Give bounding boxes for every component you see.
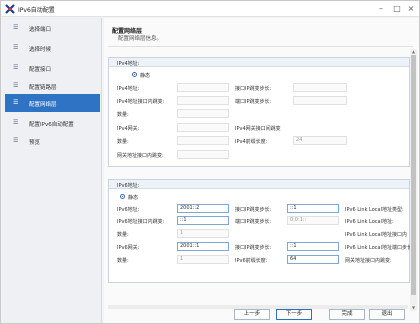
sidebar-item-label: 选择时候 (29, 47, 52, 53)
close-icon[interactable]: × (403, 3, 419, 14)
ipv4-count-label: 数量: (117, 112, 129, 118)
sidebar-item-config-ipv6-auto[interactable]: ☰ 配置IPv6自动配置 (5, 114, 100, 132)
sidebar-item-label: 配置接口 (29, 67, 52, 73)
ipv6-interface-ip-step-label: 接口IP跳变步长: (235, 207, 272, 213)
sidebar-item-config-link-layer[interactable]: ☰ 配置链路层 (5, 77, 100, 95)
ipv4-port-ip-step-label: 端口IP跳变步长: (235, 99, 272, 105)
sidebar-item-config-interface[interactable]: ☰ 配置接口 (5, 59, 100, 77)
ipv4-count-input[interactable] (177, 109, 229, 118)
ipv4-count2-input[interactable] (177, 136, 229, 145)
sidebar-item-select-port[interactable]: ☰ 选择端口 (5, 19, 100, 37)
ipv6-count-label: 数量: (117, 232, 129, 238)
ipv6-count2-input[interactable]: 1 (177, 255, 229, 264)
ipv6-panel-header: IPv6地址: (109, 180, 409, 189)
ipv6-gateway-input[interactable]: 2001::1 (177, 242, 229, 251)
ipv6-link-local-interface-step-label: IPv6 Link Local地址接口内 (345, 232, 408, 238)
page-description: 配置网络层信息。 (118, 36, 163, 42)
ipv6-gateway-step-input[interactable]: ::1 (287, 242, 339, 251)
ipv4-count2-label: 数量: (117, 139, 129, 145)
ipv6-gateway-step-label: 接口IP跳变步长: (235, 245, 272, 251)
ipv6-panel: IPv6地址: 静态 IPv6地址: 2001::2 接口IP跳变步长: ::1… (108, 179, 414, 283)
ipv4-gateway-label: IPv4网关: (117, 126, 140, 132)
ipv4-prefix-label: IPv4前缀长度: (235, 139, 268, 145)
ipv4-section-title: IPv4地址: (117, 61, 140, 67)
sidebar-item-label: 预览 (29, 140, 41, 146)
sidebar-item-label: 配置网络层 (29, 102, 57, 108)
ipv6-link-local-address-label: IPv6 Link Local地址: (345, 219, 394, 225)
ipv6-interface-ip-step-input[interactable]: ::1 (287, 204, 339, 213)
ipv4-gateway-interface-step-label: 网关地址接口内跳变: (117, 153, 164, 159)
ipv6-address-label: IPv6地址: (117, 207, 140, 213)
ipv4-address-interface-step-input[interactable] (177, 96, 229, 105)
ipv4-static-radio[interactable] (132, 72, 137, 77)
app-logo-icon (5, 4, 15, 14)
ipv4-static-label: 静态 (140, 73, 151, 79)
list-icon: ☰ (13, 99, 19, 106)
sidebar-item-label: 配置链路层 (29, 85, 57, 91)
list-icon: ☰ (13, 82, 19, 89)
ipv6-gateway-interface-step-label: 网关地址接口内跳变: (345, 258, 392, 264)
main-content: 配置网络层 配置网络层信息。 IPv4地址: 静态 IPv4地址: 接口IP跳变… (104, 18, 419, 323)
sidebar-item-label: 选择端口 (29, 27, 52, 33)
ipv6-count-input[interactable]: 1 (177, 229, 229, 238)
ipv6-address-interface-step-label: IPv6地址接口内跳变: (117, 219, 165, 225)
list-icon: ☰ (13, 64, 19, 71)
finish-button[interactable]: 完成 (329, 309, 365, 320)
ipv4-gateway-input[interactable] (177, 123, 229, 132)
ipv6-link-local-type-label: IPv6 Link Local地址类型: (345, 207, 404, 213)
ipv6-port-ip-step-label: 端口IP跳变步长: (235, 219, 272, 225)
exit-button[interactable]: 退出 (369, 309, 405, 320)
scroll-thumb[interactable] (411, 55, 416, 295)
title-bar: IPv6自动配置 – □ × (1, 1, 419, 17)
ipv4-gateway-interface-step-input[interactable] (177, 150, 229, 159)
list-icon: ☰ (13, 24, 19, 31)
ipv4-prefix-input[interactable]: 24 (293, 136, 347, 145)
list-icon: ☰ (13, 137, 19, 144)
ipv4-panel: IPv4地址: 静态 IPv4地址: 接口IP跳变步长: IPv4地址接口内跳变… (108, 57, 410, 167)
next-button[interactable]: 下一步 (276, 309, 312, 320)
ipv4-gateway-step-label: IPv4网关接口间跳变 (235, 126, 281, 132)
window-title: IPv6自动配置 (18, 7, 55, 14)
ipv4-address-interface-step-label: IPv4地址接口内跳变: (117, 99, 165, 105)
ipv4-address-label: IPv4地址: (117, 86, 140, 92)
wizard-sidebar: ☰ 选择端口 ☰ 选择时候 ☰ 配置接口 ☰ 配置链路层 ☰ 配置网络层 ☰ 配… (2, 18, 102, 323)
ipv6-address-interface-step-input[interactable]: ::1 (177, 216, 229, 225)
vertical-scrollbar[interactable]: ▲ ▼ (410, 49, 417, 311)
ipv4-address-input[interactable] (177, 83, 229, 92)
divider (108, 46, 413, 47)
sidebar-item-label: 配置IPv6自动配置 (29, 122, 74, 128)
sidebar-item-preview[interactable]: ☰ 预览 (5, 132, 100, 150)
ipv6-static-radio[interactable] (120, 194, 125, 199)
ipv4-interface-ip-step-input[interactable] (293, 83, 347, 92)
sidebar-item-select-time[interactable]: ☰ 选择时候 (5, 39, 100, 57)
ipv6-static-label: 静态 (128, 195, 139, 201)
list-icon: ☰ (13, 119, 19, 126)
ipv6-prefix-input[interactable]: 64 (287, 255, 339, 264)
ipv6-count2-label: 数量: (117, 258, 129, 264)
ipv4-interface-ip-step-label: 接口IP跳变步长: (235, 86, 272, 92)
ipv6-prefix-label: IPv6前缀长度: (235, 258, 268, 264)
ipv4-panel-header: IPv4地址: (109, 58, 409, 67)
sidebar-item-config-network-layer[interactable]: ☰ 配置网络层 (5, 94, 100, 112)
ipv6-port-ip-step-input[interactable]: 0:0:1:: (287, 216, 339, 225)
ipv6-address-input[interactable]: 2001::2 (177, 204, 229, 213)
ipv6-section-title: IPv6地址: (117, 183, 140, 189)
app-window: IPv6自动配置 – □ × ☰ 选择端口 ☰ 选择时候 ☰ 配置接口 ☰ 配置… (0, 0, 420, 324)
minimize-icon[interactable]: – (373, 3, 389, 14)
ipv4-port-ip-step-input[interactable] (293, 96, 347, 105)
ipv6-link-local-port-step-label: IPv6 Link Local地址端口步长: (345, 245, 414, 251)
prev-button[interactable]: 上一步 (234, 309, 270, 320)
list-icon: ☰ (13, 44, 19, 51)
scroll-down-icon[interactable]: ▼ (410, 305, 417, 311)
ipv6-gateway-label: IPv6网关: (117, 245, 140, 251)
